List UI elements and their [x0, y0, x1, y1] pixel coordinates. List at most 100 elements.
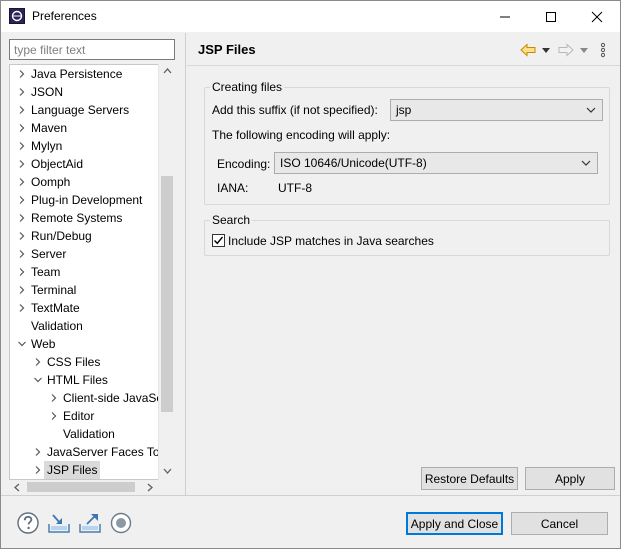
chevron-right-icon[interactable] — [50, 394, 58, 402]
tree-item-label: Run/Debug — [31, 229, 92, 243]
scroll-left-icon[interactable] — [14, 483, 20, 492]
chevron-right-icon[interactable] — [50, 412, 58, 420]
tree-item[interactable]: Server — [10, 245, 175, 263]
tree-item[interactable]: Plug-in Development — [10, 191, 175, 209]
chevron-right-icon[interactable] — [18, 232, 26, 240]
record-icon[interactable] — [109, 511, 133, 535]
help-icon[interactable] — [16, 511, 40, 535]
tree-horizontal-scrollbar[interactable] — [9, 480, 159, 494]
panel-divider[interactable] — [185, 33, 186, 495]
encoding-label: Encoding: — [217, 157, 271, 171]
import-icon[interactable] — [47, 511, 71, 535]
tree-item[interactable]: Maven — [10, 119, 175, 137]
tree-item-label: JSP Files — [44, 461, 101, 479]
chevron-down-icon — [580, 47, 588, 53]
tree-item-label: Mylyn — [31, 139, 63, 153]
tree-item-label: Terminal — [31, 283, 77, 297]
maximize-button[interactable] — [528, 1, 574, 32]
export-icon[interactable] — [78, 511, 102, 535]
chevron-right-icon[interactable] — [18, 286, 26, 294]
apply-button[interactable]: Apply — [525, 467, 615, 490]
chevron-right-icon[interactable] — [34, 448, 42, 456]
tree-item[interactable]: JSP Files — [10, 461, 175, 479]
back-menu-button[interactable] — [542, 41, 550, 59]
suffix-select[interactable]: jsp — [390, 99, 603, 121]
iana-value: UTF-8 — [278, 181, 312, 195]
creating-files-group-title: Creating files — [210, 80, 285, 94]
filter-input[interactable] — [9, 39, 175, 60]
encoding-note: The following encoding will apply: — [212, 128, 391, 142]
tree-vertical-scrollbar[interactable] — [158, 64, 175, 480]
tree-item[interactable]: Mylyn — [10, 137, 175, 155]
minimize-icon — [500, 16, 510, 17]
preferences-tree: Java Persistence JSON Language Servers Mave… — [9, 64, 175, 480]
tree-item[interactable]: Validation — [10, 317, 175, 335]
chevron-right-icon[interactable] — [34, 358, 42, 366]
chevron-right-icon[interactable] — [18, 304, 26, 312]
tree-item-label: Remote Systems — [31, 211, 123, 225]
forward-menu-button[interactable] — [580, 41, 588, 59]
tree-item[interactable]: Run/Debug — [10, 227, 175, 245]
tree-item[interactable]: JavaServer Faces Too — [10, 443, 175, 461]
include-jsp-matches-checkbox[interactable] — [212, 234, 225, 247]
tree-item[interactable]: Remote Systems — [10, 209, 175, 227]
vertical-scroll-thumb[interactable] — [161, 176, 173, 412]
tree-item[interactable]: Web — [10, 335, 175, 353]
title-bar: Preferences — [1, 1, 620, 32]
include-jsp-matches-label[interactable]: Include JSP matches in Java searches — [228, 234, 434, 248]
checkmark-icon — [214, 236, 224, 245]
tree-item[interactable]: ObjectAid — [10, 155, 175, 173]
title-separator — [187, 65, 620, 66]
chevron-right-icon[interactable] — [18, 142, 26, 150]
scroll-right-icon[interactable] — [147, 483, 153, 492]
chevron-right-icon[interactable] — [18, 268, 26, 276]
search-group-title: Search — [210, 213, 253, 227]
back-button[interactable] — [520, 41, 536, 59]
tree-item[interactable]: JSON — [10, 83, 175, 101]
tree-item[interactable]: Java Persistence — [10, 65, 175, 83]
chevron-right-icon[interactable] — [18, 178, 26, 186]
tree-item[interactable]: Editor — [10, 407, 175, 425]
chevron-right-icon[interactable] — [18, 70, 26, 78]
chevron-down-icon[interactable] — [18, 340, 26, 348]
tree-item[interactable]: Client-side JavaSc — [10, 389, 175, 407]
tree-item[interactable]: Terminal — [10, 281, 175, 299]
iana-label: IANA: — [217, 181, 249, 195]
tree-item[interactable]: Team — [10, 263, 175, 281]
apply-and-close-button[interactable]: Apply and Close — [406, 512, 503, 535]
chevron-right-icon[interactable] — [18, 88, 26, 96]
scroll-up-icon[interactable] — [163, 68, 172, 74]
horizontal-scroll-thumb[interactable] — [27, 482, 135, 492]
back-arrow-icon — [520, 43, 536, 57]
chevron-down-icon[interactable] — [34, 376, 42, 384]
tree-item[interactable]: Validation — [10, 425, 175, 443]
tree-item[interactable]: HTML Files — [10, 371, 175, 389]
tree-item[interactable]: CSS Files — [10, 353, 175, 371]
close-button[interactable] — [574, 1, 620, 32]
eclipse-app-icon — [9, 8, 25, 24]
encoding-select[interactable]: ISO 10646/Unicode(UTF-8) — [274, 152, 598, 174]
tree-item-label: TextMate — [31, 301, 80, 315]
tree-item-label: Oomph — [31, 175, 71, 189]
cancel-button[interactable]: Cancel — [511, 512, 608, 535]
forward-button[interactable] — [558, 41, 574, 59]
tree-item[interactable]: Language Servers — [10, 101, 175, 119]
chevron-right-icon[interactable] — [18, 106, 26, 114]
scroll-down-icon[interactable] — [163, 468, 172, 474]
tree-item-label: ObjectAid — [31, 157, 84, 171]
tree-item[interactable]: Oomph — [10, 173, 175, 191]
chevron-right-icon[interactable] — [18, 214, 26, 222]
chevron-right-icon[interactable] — [18, 124, 26, 132]
tree-item-label: JavaServer Faces Too — [47, 445, 167, 459]
minimize-button[interactable] — [482, 1, 528, 32]
tree-item-label: Language Servers — [31, 103, 130, 117]
chevron-right-icon[interactable] — [18, 250, 26, 258]
tree-item[interactable]: TextMate — [10, 299, 175, 317]
view-menu-button[interactable] — [600, 41, 606, 59]
chevron-right-icon[interactable] — [34, 466, 42, 474]
maximize-icon — [546, 11, 556, 22]
chevron-right-icon[interactable] — [18, 196, 26, 204]
chevron-right-icon[interactable] — [18, 160, 26, 168]
footer-separator — [1, 495, 620, 496]
restore-defaults-button[interactable]: Restore Defaults — [421, 467, 518, 490]
